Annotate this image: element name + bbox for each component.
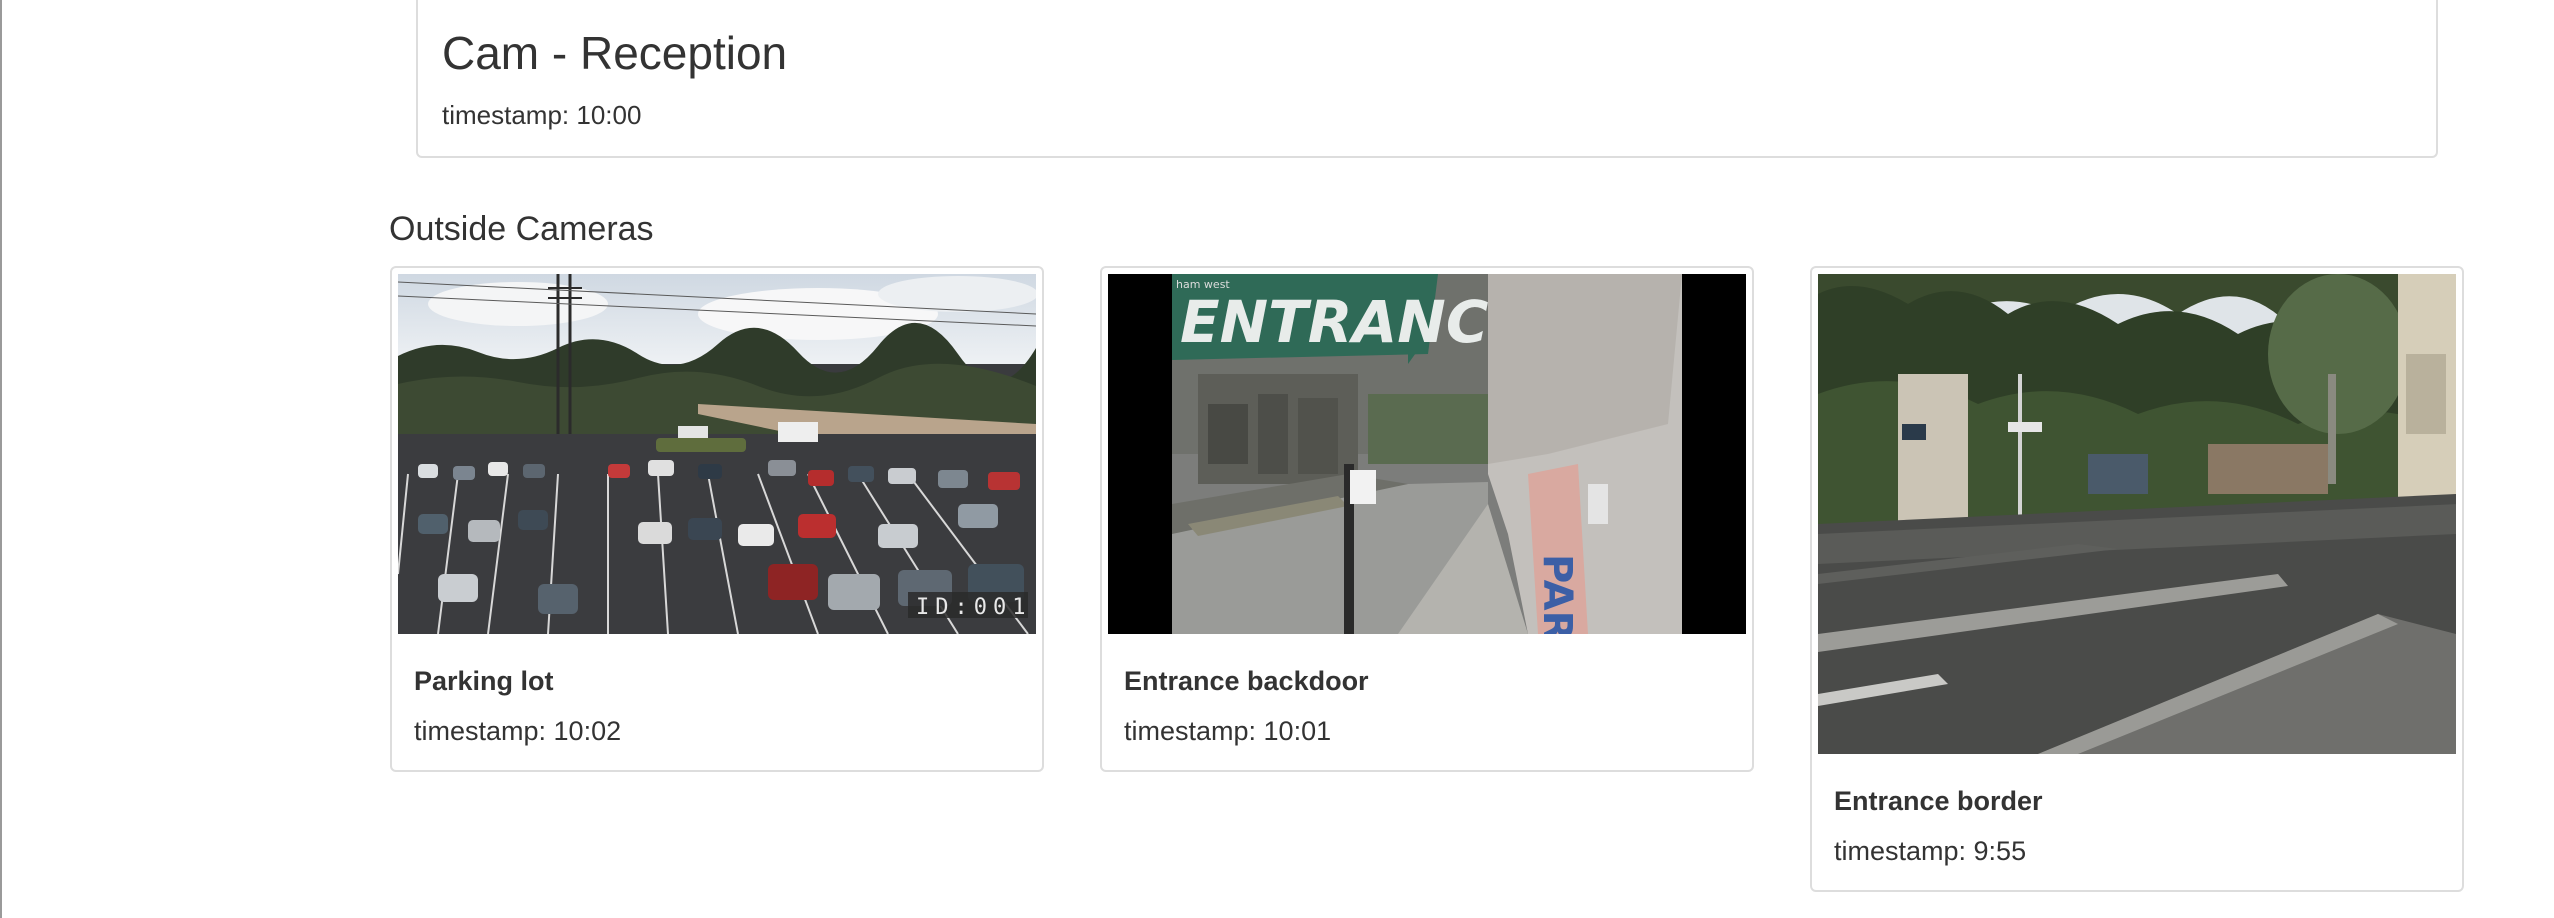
camera-name-entrance-border: Entrance border [1834,786,2043,816]
camera-card-parking-lot[interactable]: ID:001 Parking lot timestamp: 10:02 [390,266,1044,772]
entrance-border-snapshot[interactable] [1818,274,2456,754]
reception-camera-title: Cam - Reception [442,27,788,79]
reception-camera-card[interactable]: Cam - Reception timestamp: 10:00 [416,0,2438,158]
entrance-overlay-label: ham west [1176,278,1230,291]
camera-card-entrance-border[interactable]: Entrance border timestamp: 9:55 [1810,266,2464,892]
camera-name-entrance-backdoor: Entrance backdoor [1124,666,1369,696]
parking-lot-overlay-id: ID:001 [916,595,1031,620]
entrance-sign-text: ENTRANCE [1180,288,1528,356]
camera-timestamp-entrance-border: timestamp: 9:55 [1834,836,2027,866]
camera-card-entrance-backdoor[interactable]: ENTRANCE ham west PARK Entrance backdoor… [1100,266,1754,772]
camera-timestamp-parking-lot: timestamp: 10:02 [414,716,622,746]
window-left-edge [0,0,2,918]
camera-name-parking-lot: Parking lot [414,666,554,696]
camera-timestamp-entrance-backdoor: timestamp: 10:01 [1124,716,1332,746]
park-sign-text: PARK [1534,554,1580,634]
reception-camera-timestamp: timestamp: 10:00 [442,100,642,130]
entrance-backdoor-snapshot[interactable]: ENTRANCE ham west PARK [1108,274,1746,634]
outside-cameras-heading: Outside Cameras [389,210,654,248]
parking-lot-snapshot[interactable]: ID:001 [398,274,1036,634]
